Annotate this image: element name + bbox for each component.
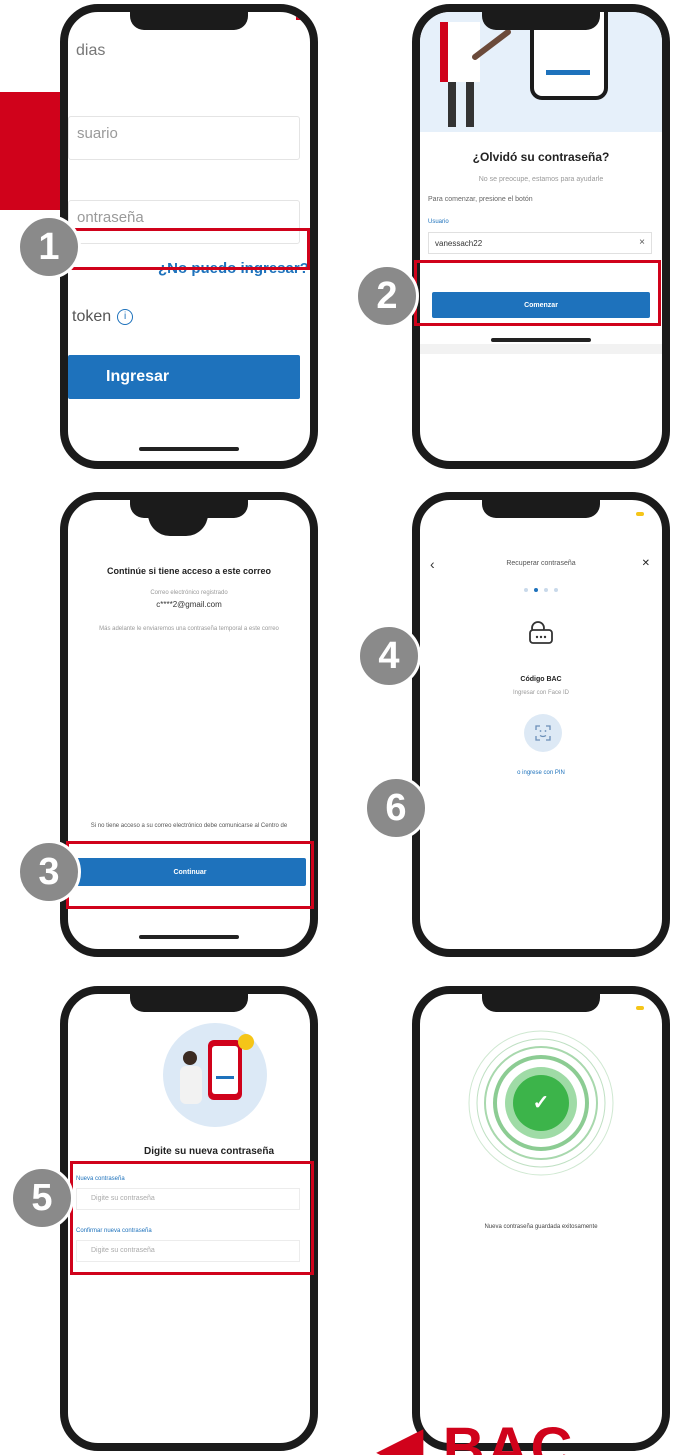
- forgot-instruction: Para comenzar, presione el botón: [428, 196, 533, 203]
- home-indicator: [139, 935, 239, 939]
- login-button[interactable]: Ingresar: [68, 355, 300, 399]
- token-row[interactable]: token i: [72, 308, 134, 326]
- step-badge-3: 3: [17, 840, 81, 904]
- step-badge-4: 4: [357, 624, 421, 688]
- home-indicator: [491, 338, 591, 342]
- step-badge-5: 5: [10, 1166, 74, 1230]
- step-badge-2: 2: [355, 264, 419, 328]
- bac-logo: ◀ BAC: [378, 1416, 575, 1455]
- username-field[interactable]: vanessach22 ×: [428, 232, 652, 254]
- check-icon: ✓: [532, 1092, 550, 1114]
- status-yellow-dot: [636, 512, 644, 516]
- success-message: Nueva contraseña guardada exitosamente: [484, 1224, 598, 1230]
- clear-icon[interactable]: ×: [639, 237, 645, 248]
- face-id-button[interactable]: [524, 714, 562, 752]
- status-yellow-dot: [636, 1006, 644, 1010]
- method-title: Código BAC: [520, 676, 562, 683]
- phone-screen-success: ✓ Nueva contraseña guardada exitosamente: [412, 986, 670, 1451]
- highlight-start-button: [414, 260, 661, 326]
- step-dot: [544, 588, 548, 592]
- method-subtitle: Ingresar con Face ID: [512, 690, 570, 696]
- phone-notch: [130, 500, 248, 518]
- username-placeholder: suario: [77, 125, 118, 142]
- step-dot: [554, 588, 558, 592]
- phone-screen-recover-password: ‹ Recuperar contraseña ✕ Código BAC Ingr…: [412, 492, 670, 957]
- phone-notch: [130, 12, 248, 30]
- phone-notch: [482, 12, 600, 30]
- person-phone-illustration: [440, 12, 608, 127]
- email-value: c****2@gmail.com: [156, 600, 222, 609]
- recover-title: Recuperar contraseña: [506, 560, 576, 567]
- forgot-title: ¿Olvidó su contraseña?: [472, 150, 610, 164]
- close-icon[interactable]: ✕: [642, 558, 650, 569]
- new-password-title: Digite su nueva contraseña: [143, 1146, 275, 1157]
- lock-keyboard-icon: [529, 621, 553, 644]
- phone-notch: [130, 994, 248, 1012]
- password-placeholder: ontraseña: [77, 209, 144, 226]
- status-red-strip: [296, 12, 310, 20]
- username-value: vanessach22: [435, 239, 483, 248]
- brand-red-block: [0, 92, 60, 210]
- illustration-banner: [420, 12, 662, 132]
- step-dots: [420, 588, 662, 592]
- step-dot: [524, 588, 528, 592]
- pin-link[interactable]: o ingrese con PIN: [420, 770, 662, 776]
- step-badge-1: 1: [17, 215, 81, 279]
- forgot-subtitle: No se preocupe, estamos para ayudarle: [478, 176, 604, 183]
- highlight-password-fields: [70, 1161, 314, 1275]
- greeting-text: dias: [76, 42, 106, 59]
- phone-notch: [482, 994, 600, 1012]
- phone-notch: [482, 500, 600, 518]
- no-access-text: Si no tiene acceso a su correo electróni…: [90, 823, 288, 829]
- username-label: Usuario: [428, 219, 449, 225]
- home-indicator: [139, 447, 239, 451]
- email-label: Correo electrónico registrado: [150, 590, 228, 596]
- username-input[interactable]: suario: [68, 116, 300, 160]
- email-title: Continúe si tiene acceso a este correo: [106, 566, 272, 576]
- face-id-icon: [535, 725, 551, 741]
- info-icon: i: [117, 308, 134, 325]
- person-phone-illustration: [163, 1023, 267, 1127]
- token-label: token: [72, 308, 112, 325]
- email-description: Más adelante le enviaremos una contraseñ…: [99, 626, 279, 632]
- phone-screen-forgot-password: ¿Olvidó su contraseña? No se preocupe, e…: [412, 4, 670, 469]
- highlight-continue-button: [66, 841, 314, 909]
- step-dot-active: [534, 588, 538, 592]
- divider-band: [420, 344, 662, 354]
- step-badge-6: 6: [364, 776, 428, 840]
- highlight-cant-login: [66, 228, 310, 270]
